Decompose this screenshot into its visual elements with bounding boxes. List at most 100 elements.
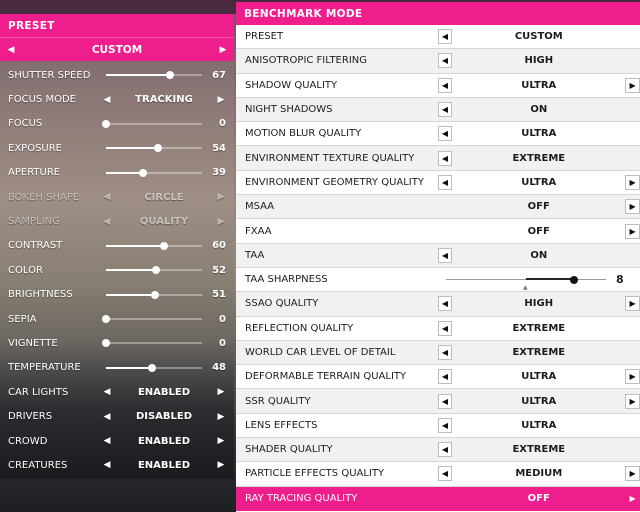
setting-choice[interactable]: ◀ ENABLED ▶ [102,460,226,471]
arrow-left-icon[interactable]: ◀ [6,45,16,55]
benchmark-row-ssr-quality[interactable]: SSR QUALITY ◀ ULTRA ▶ [236,389,640,414]
setting-slider[interactable] [102,314,202,324]
arrow-right-icon[interactable]: ▶ [625,223,640,239]
benchmark-row-ssao-quality[interactable]: SSAO QUALITY ◀ HIGH ▶ [236,292,640,317]
photo-setting-exposure[interactable]: EXPOSURE 54 [0,136,234,160]
arrow-right-icon[interactable]: ▶ [216,95,226,105]
photo-setting-sampling[interactable]: SAMPLING ◀ QUALITY ▶ [0,209,234,233]
photo-setting-brightness[interactable]: BRIGHTNESS 51 [0,283,234,307]
arrow-right-icon[interactable]: ▶ [625,199,640,215]
slider-knob[interactable] [148,363,157,372]
benchmark-row-preset[interactable]: PRESET ◀ CUSTOM [236,25,640,50]
arrow-left-icon[interactable]: ◀ [437,345,453,360]
arrow-left-icon[interactable]: ◀ [102,387,112,397]
arrow-left-icon[interactable]: ◀ [437,442,453,458]
arrow-left-icon[interactable]: ◀ [102,412,112,422]
slider-knob[interactable] [166,71,175,80]
slider-knob[interactable] [159,241,168,250]
arrow-left-icon[interactable]: ◀ [437,369,453,385]
setting-slider[interactable] [102,338,202,348]
arrow-right-icon[interactable]: ▶ [625,466,640,482]
setting-slider[interactable] [106,70,202,80]
photo-setting-color[interactable]: COLOR 52 [0,258,234,282]
benchmark-row-environment-geometry-quality[interactable]: ENVIRONMENT GEOMETRY QUALITY ◀ ULTRA ▶ [236,171,640,196]
arrow-right-icon[interactable]: ▶ [216,217,226,227]
benchmark-row-taa[interactable]: TAA ◀ ON [236,243,640,268]
slider-knob[interactable] [150,290,159,299]
setting-choice[interactable]: ◀ DISABLED ▶ [102,411,226,422]
arrow-left-icon[interactable]: ◀ [102,436,112,446]
photo-setting-aperture[interactable]: APERTURE 39 [0,161,234,185]
arrow-left-icon[interactable]: ◀ [437,29,453,45]
benchmark-row-msaa[interactable]: MSAA OFF ▶ [236,195,640,220]
slider-knob[interactable] [102,315,110,324]
arrow-left-icon[interactable]: ◀ [437,466,453,482]
arrow-left-icon[interactable]: ◀ [102,217,112,227]
photo-setting-vignette[interactable]: VIGNETTE 0 [0,331,234,355]
arrow-right-icon[interactable]: ▶ [625,369,640,385]
setting-slider[interactable] [106,265,202,275]
photo-setting-contrast[interactable]: CONTRAST 60 [0,234,234,258]
arrow-right-icon[interactable]: ▶ [216,192,226,202]
preset-selector[interactable]: ◀ CUSTOM ▶ [0,37,234,61]
slider-knob[interactable] [102,119,110,128]
arrow-right-icon[interactable]: ▶ [218,45,228,55]
benchmark-row-motion-blur-quality[interactable]: MOTION BLUR QUALITY ◀ ULTRA [236,122,640,147]
arrow-right-icon[interactable]: ▶ [216,436,226,446]
setting-slider[interactable] [106,290,202,300]
setting-slider[interactable] [106,168,202,178]
photo-setting-creatures[interactable]: CREATURES ◀ ENABLED ▶ [0,453,234,477]
benchmark-row-lens-effects[interactable]: LENS EFFECTS ◀ ULTRA [236,414,640,439]
benchmark-row-shadow-quality[interactable]: SHADOW QUALITY ◀ ULTRA ▶ [236,74,640,98]
photo-setting-focus-mode[interactable]: FOCUS MODE ◀ TRACKING ▶ [0,87,234,111]
photo-setting-focus[interactable]: FOCUS 0 [0,112,234,136]
arrow-left-icon[interactable]: ◀ [437,102,453,118]
setting-choice[interactable]: ◀ QUALITY ▶ [102,216,226,227]
photo-setting-temperature[interactable]: TEMPERATURE 48 [0,356,234,380]
arrow-right-icon[interactable]: ▶ [216,460,226,470]
setting-slider[interactable] [102,119,202,129]
photo-setting-crowd[interactable]: CROWD ◀ ENABLED ▶ [0,429,234,453]
benchmark-row-fxaa[interactable]: FXAA OFF ▶ [236,219,640,244]
arrow-left-icon[interactable]: ◀ [437,53,453,69]
photo-setting-sepia[interactable]: SEPIA 0 [0,307,234,331]
arrow-right-icon[interactable]: ▶ [625,393,640,409]
slider-knob[interactable] [570,275,578,284]
benchmark-row-shader-quality[interactable]: SHADER QUALITY ◀ EXTREME [236,438,640,463]
benchmark-row-environment-texture-quality[interactable]: ENVIRONMENT TEXTURE QUALITY ◀ EXTREME [236,146,640,171]
arrow-left-icon[interactable]: ◀ [437,77,453,93]
arrow-left-icon[interactable]: ◀ [437,150,453,166]
photo-setting-drivers[interactable]: DRIVERS ◀ DISABLED ▶ [0,404,234,428]
slider-knob[interactable] [139,168,148,177]
arrow-right-icon[interactable]: ▶ [625,296,640,312]
benchmark-row-anisotropic-filtering[interactable]: ANISOTROPIC FILTERING ◀ HIGH [236,49,640,74]
arrow-left-icon[interactable]: ◀ [437,296,453,312]
benchmark-row-reflection-quality[interactable]: REFLECTION QUALITY ◀ EXTREME [236,317,640,341]
setting-choice[interactable]: ◀ TRACKING ▶ [102,94,226,105]
setting-choice[interactable]: ◀ ENABLED ▶ [102,436,226,447]
arrow-left-icon[interactable]: ◀ [437,417,453,433]
benchmark-row-ray-tracing-quality[interactable]: RAY TRACING QUALITY OFF ▶ [236,486,640,511]
benchmark-row-world-car-level-of-detail[interactable]: WORLD CAR LEVEL OF DETAIL ◀ EXTREME [236,340,640,366]
slider-knob[interactable] [153,144,162,153]
setting-choice[interactable]: ◀ ENABLED ▶ [102,387,226,398]
benchmark-row-taa-sharpness[interactable]: TAA SHARPNESS ▲ 8 [236,268,640,293]
arrow-left-icon[interactable]: ◀ [437,393,453,409]
arrow-left-icon[interactable]: ◀ [102,95,112,105]
arrow-right-icon[interactable]: ▶ [216,387,226,397]
photo-setting-car-lights[interactable]: CAR LIGHTS ◀ ENABLED ▶ [0,380,234,404]
slider-knob[interactable] [151,266,160,275]
arrow-left-icon[interactable]: ◀ [102,192,112,202]
arrow-left-icon[interactable]: ◀ [437,320,453,336]
arrow-left-icon[interactable]: ◀ [437,126,453,142]
taa-sharpness-slider[interactable]: ▲ [446,273,606,291]
arrow-right-icon[interactable]: ▶ [625,77,640,93]
benchmark-row-night-shadows[interactable]: NIGHT SHADOWS ◀ ON [236,97,640,123]
arrow-right-icon[interactable]: ▶ [625,491,640,506]
arrow-right-icon[interactable]: ▶ [216,412,226,422]
benchmark-row-deformable-terrain-quality[interactable]: DEFORMABLE TERRAIN QUALITY ◀ ULTRA ▶ [236,365,640,390]
setting-slider[interactable] [106,143,202,153]
benchmark-row-particle-effects-quality[interactable]: PARTICLE EFFECTS QUALITY ◀ MEDIUM ▶ [236,462,640,487]
setting-slider[interactable] [106,241,202,251]
photo-setting-bokeh-shape[interactable]: BOKEH SHAPE ◀ CIRCLE ▶ [0,185,234,209]
